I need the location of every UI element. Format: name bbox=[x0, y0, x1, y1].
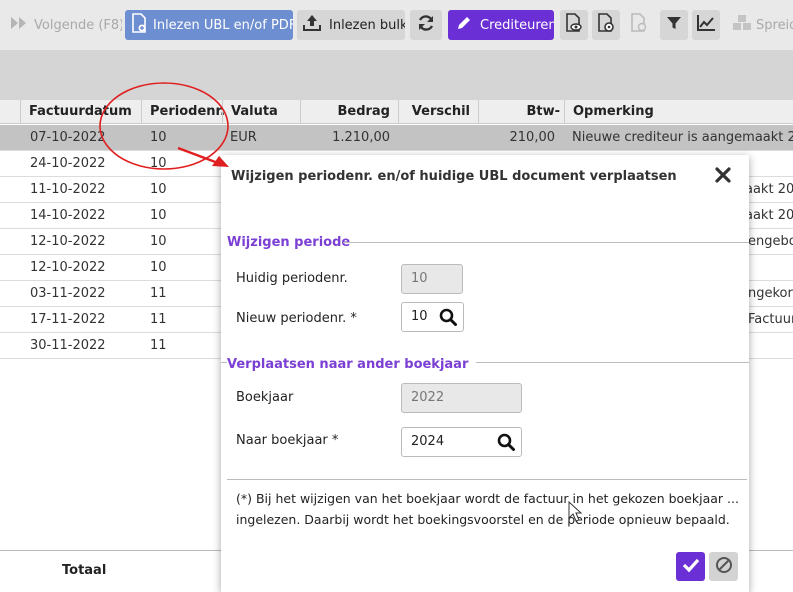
search-icon[interactable] bbox=[439, 308, 457, 326]
document-icon bbox=[630, 13, 648, 37]
section-title-verplaatsen: Verplaatsen naar ander boekjaar bbox=[227, 357, 477, 372]
cell-periodenr: 10 bbox=[150, 208, 167, 223]
filter-button[interactable] bbox=[660, 10, 688, 40]
check-icon bbox=[682, 557, 700, 577]
refresh-icon bbox=[416, 13, 436, 37]
cell-factuurdatum: 07-10-2022 bbox=[30, 130, 106, 145]
column-header-periodenr[interactable]: Periodenr. bbox=[141, 100, 225, 124]
cell-factuurdatum: 11-10-2022 bbox=[30, 182, 106, 197]
inlezen-bulk-label: Inlezen bulk bbox=[329, 17, 405, 33]
cell-periodenr: 10 bbox=[150, 130, 167, 145]
confirm-button[interactable] bbox=[676, 552, 705, 581]
section-title-wijzigen-periode: Wijzigen periode bbox=[227, 235, 351, 250]
spreid-label: Spreid bbox=[756, 17, 793, 33]
document-settings-button[interactable] bbox=[592, 10, 620, 40]
crediteuren-label: Crediteuren bbox=[480, 17, 554, 33]
nieuw-periodenr-label: Nieuw periodenr. * bbox=[236, 311, 357, 326]
volgende-button[interactable]: Volgende (F8) bbox=[4, 10, 122, 40]
inlezen-ubl-button[interactable]: Inlezen UBL en/of PDF bbox=[125, 10, 293, 40]
cell-periodenr: 10 bbox=[150, 156, 167, 171]
document-disabled-button[interactable] bbox=[625, 10, 653, 40]
cell-periodenr: 11 bbox=[150, 286, 167, 301]
cell-opmerking: Nieuwe crediteur is aangemaakt 20 bbox=[572, 130, 793, 145]
naar-boekjaar-input[interactable]: 2024 bbox=[401, 427, 522, 457]
column-header-btw-bedrag[interactable]: Btw-bedrag bbox=[478, 100, 564, 143]
document-gear-icon bbox=[597, 13, 615, 37]
dialog-title: Wijzigen periodenr. en/of huidige UBL do… bbox=[231, 169, 677, 184]
cell-periodenr: 11 bbox=[150, 312, 167, 327]
column-header-valuta[interactable]: Valuta bbox=[222, 100, 300, 124]
document-add-icon bbox=[131, 13, 147, 37]
section-divider bbox=[343, 242, 749, 243]
cell-valuta: EUR bbox=[230, 130, 257, 145]
inlezen-bulk-button[interactable]: Inlezen bulk bbox=[297, 10, 405, 40]
cell-factuurdatum: 24-10-2022 bbox=[30, 156, 106, 171]
refresh-button[interactable] bbox=[410, 10, 442, 40]
volgende-label: Volgende (F8) bbox=[34, 17, 122, 33]
boekjaar-field: 2022 bbox=[401, 383, 522, 413]
cell-opmerking: Factuur bbox=[748, 312, 793, 327]
cell-factuurdatum: 30-11-2022 bbox=[30, 338, 106, 353]
document-eye-icon bbox=[565, 13, 583, 37]
filter-bar bbox=[0, 50, 793, 100]
search-icon[interactable] bbox=[497, 433, 515, 451]
info-note: (*) Bij het wijzigen van het boekjaar wo… bbox=[236, 488, 741, 530]
table-row[interactable]: 07-10-2022 10 EUR 1.210,00 210,00 Nieuwe… bbox=[0, 125, 793, 151]
cell-factuurdatum: 14-10-2022 bbox=[30, 208, 106, 223]
chart-button[interactable] bbox=[692, 10, 720, 40]
spreid-button[interactable]: Spreid bbox=[730, 10, 793, 40]
grid-header: Factuurdatum Periodenr. Valuta Bedrag Ve… bbox=[0, 100, 793, 143]
naar-boekjaar-label: Naar boekjaar * bbox=[236, 433, 339, 448]
naar-boekjaar-value: 2024 bbox=[411, 434, 445, 449]
close-icon bbox=[713, 167, 733, 189]
ban-icon bbox=[715, 556, 733, 578]
section-divider bbox=[227, 479, 747, 480]
huidig-periodenr-field: 10 bbox=[401, 264, 463, 294]
cell-opmerking: aakt 20 bbox=[745, 182, 793, 197]
crediteuren-button[interactable]: Crediteuren bbox=[448, 10, 554, 40]
cell-opmerking: aakt 20 bbox=[745, 208, 793, 223]
toolbar: Volgende (F8) Inlezen UBL en/of PDF Inle… bbox=[0, 0, 793, 50]
close-button[interactable] bbox=[713, 165, 733, 185]
nieuw-periodenr-input[interactable]: 10 bbox=[401, 302, 464, 332]
column-header-verschil[interactable]: Verschil bbox=[398, 100, 478, 124]
cell-opmerking: engebo bbox=[748, 234, 793, 249]
huidig-periodenr-label: Huidig periodenr. bbox=[236, 271, 348, 286]
column-header-factuurdatum[interactable]: Factuurdatum bbox=[20, 100, 141, 124]
nieuw-periodenr-value: 10 bbox=[411, 309, 428, 324]
wijzigen-periode-dialog: Wijzigen periodenr. en/of huidige UBL do… bbox=[221, 155, 749, 592]
upload-icon bbox=[303, 14, 321, 36]
cancel-button[interactable] bbox=[709, 552, 738, 581]
cell-periodenr: 11 bbox=[150, 338, 167, 353]
inlezen-ubl-label: Inlezen UBL en/of PDF bbox=[153, 17, 293, 33]
cell-btw-bedrag: 210,00 bbox=[509, 130, 556, 145]
cell-bedrag: 1.210,00 bbox=[332, 130, 390, 145]
fast-forward-icon bbox=[10, 16, 28, 34]
column-header-opmerking[interactable]: Opmerking bbox=[564, 100, 793, 124]
info-note-line: ingelezen. Daarbij wordt het boekingsvoo… bbox=[236, 512, 730, 527]
info-note-line: (*) Bij het wijzigen van het boekjaar wo… bbox=[236, 491, 739, 506]
pencil-icon bbox=[456, 15, 472, 35]
cell-opmerking: ngekort bbox=[748, 286, 793, 301]
cell-factuurdatum: 12-10-2022 bbox=[30, 260, 106, 275]
cell-periodenr: 10 bbox=[150, 260, 167, 275]
cell-periodenr: 10 bbox=[150, 234, 167, 249]
total-label: Totaal bbox=[62, 563, 107, 578]
cell-periodenr: 10 bbox=[150, 182, 167, 197]
cubes-icon bbox=[732, 14, 752, 36]
document-view-button[interactable] bbox=[560, 10, 588, 40]
line-chart-icon bbox=[696, 14, 716, 36]
column-header-bedrag[interactable]: Bedrag bbox=[300, 100, 398, 124]
boekjaar-label: Boekjaar bbox=[236, 390, 294, 405]
cell-factuurdatum: 12-10-2022 bbox=[30, 234, 106, 249]
cell-factuurdatum: 03-11-2022 bbox=[30, 286, 106, 301]
cell-factuurdatum: 17-11-2022 bbox=[30, 312, 106, 327]
filter-icon bbox=[666, 15, 682, 35]
